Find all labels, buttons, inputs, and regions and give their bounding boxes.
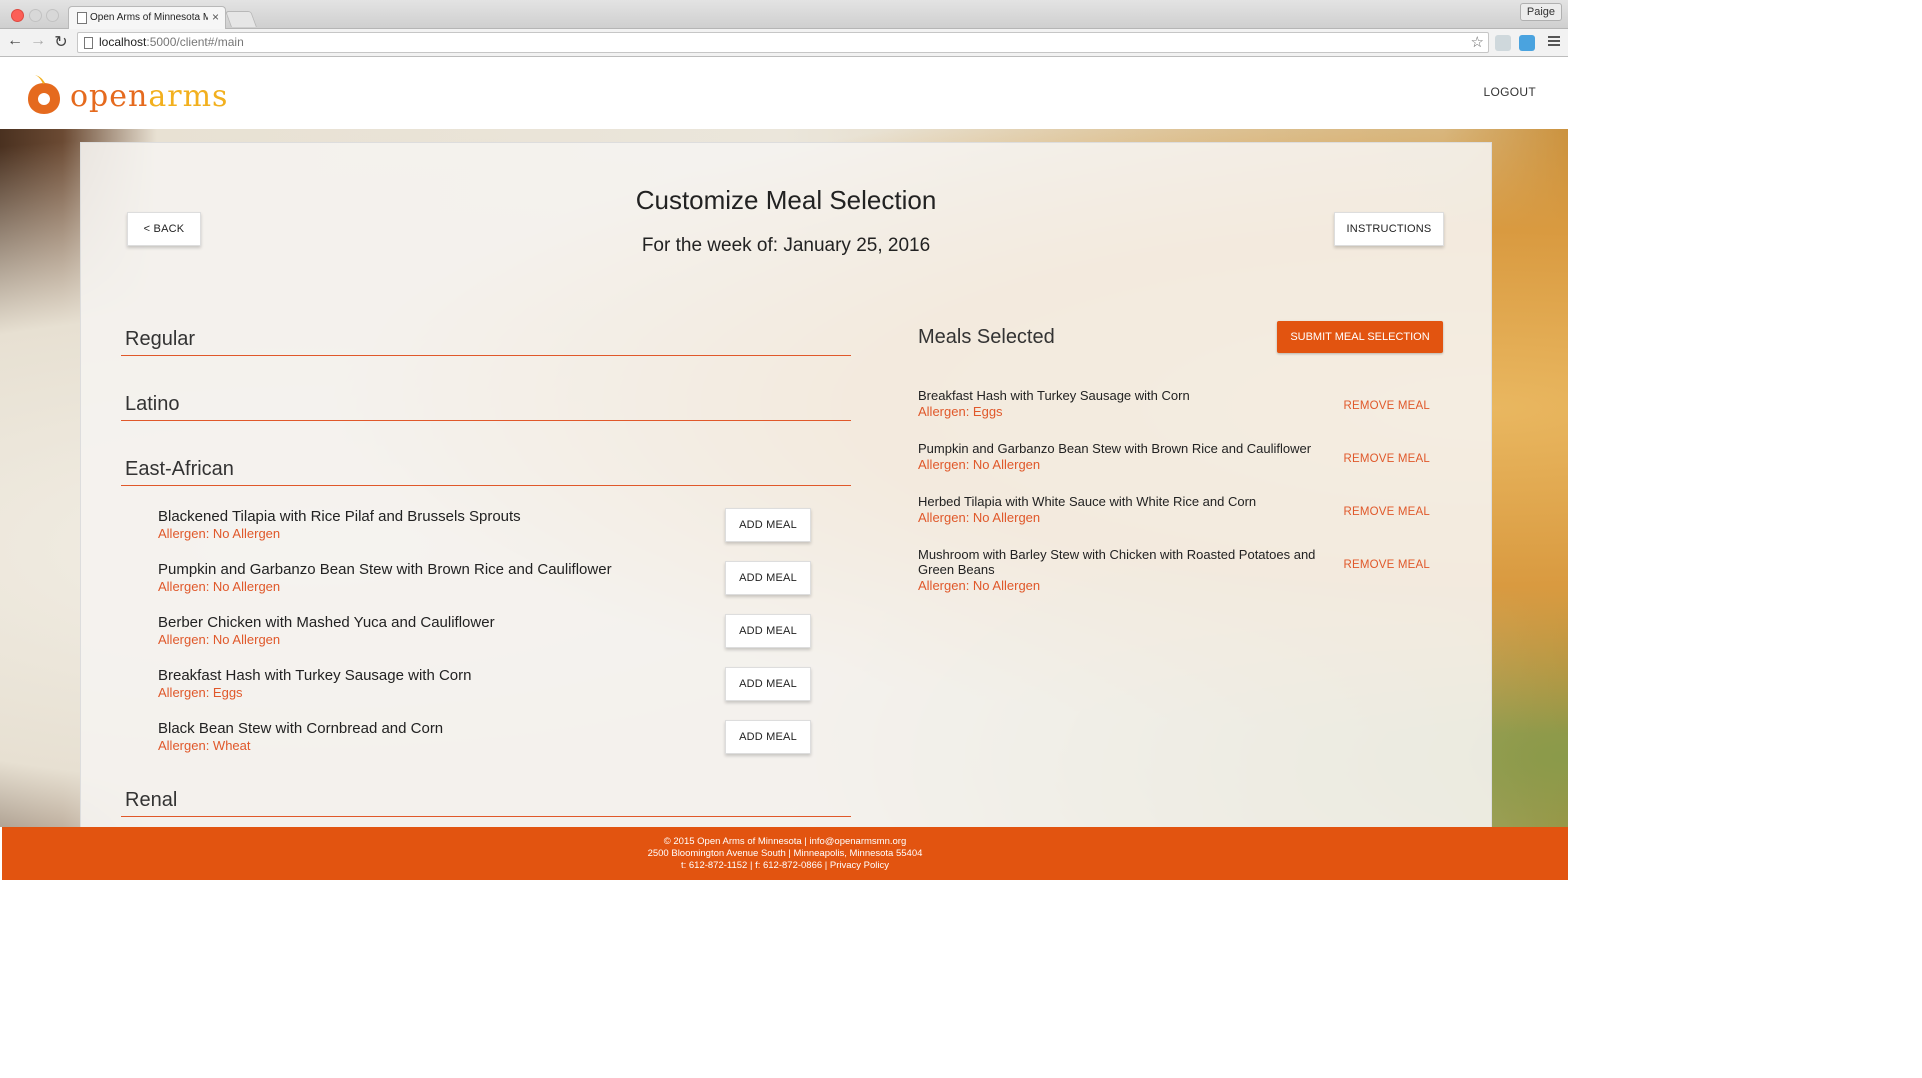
category-latino[interactable]: Latino — [121, 388, 851, 421]
remove-meal-button[interactable]: REMOVE MEAL — [1343, 506, 1430, 518]
forward-arrow-icon[interactable]: → — [29, 32, 47, 50]
profile-button[interactable]: Paige — [1519, 3, 1562, 21]
browser-titlebar: Open Arms of Minnesota M × Paige — [0, 0, 1568, 29]
footer-copyright: © 2015 Open Arms of Minnesota | info@ope… — [663, 836, 907, 847]
browser-tab[interactable]: Open Arms of Minnesota M × — [68, 6, 226, 29]
category-label: East-African — [125, 458, 234, 480]
meal-name: Breakfast Hash with Turkey Sausage with … — [158, 667, 472, 684]
add-meal-button[interactable]: ADD MEAL — [725, 561, 811, 595]
menu-icon[interactable] — [1548, 34, 1560, 48]
remove-meal-button[interactable]: REMOVE MEAL — [1343, 559, 1430, 571]
page: openarms LOGOUT Customize Meal Selection… — [0, 57, 1568, 880]
selected-meal-item: Breakfast Hash with Turkey Sausage with … — [918, 388, 1442, 422]
meal-allergen: Allergen: Wheat — [158, 738, 251, 753]
selected-meal-item: Mushroom with Barley Stew with Chicken w… — [918, 547, 1442, 597]
add-meal-button[interactable]: ADD MEAL — [725, 667, 811, 701]
meal-name: Pumpkin and Garbanzo Bean Stew with Brow… — [158, 561, 612, 578]
add-meal-button[interactable]: ADD MEAL — [725, 508, 811, 542]
meal-allergen: Allergen: No Allergen — [158, 526, 281, 541]
category-renal[interactable]: Renal — [121, 784, 851, 817]
selected-meal-name: Breakfast Hash with Turkey Sausage with … — [918, 388, 1190, 403]
week-subtitle: For the week of: January 25, 2016 — [641, 235, 931, 256]
reload-icon[interactable]: ↻ — [52, 32, 70, 52]
meal-item: Black Bean Stew with Cornbread and Corn … — [158, 720, 811, 764]
category-label: Regular — [125, 328, 196, 350]
meal-allergen: Allergen: Eggs — [158, 685, 243, 700]
zoom-window-button[interactable] — [46, 9, 59, 22]
selected-meal-item: Herbed Tilapia with White Sauce with Whi… — [918, 494, 1442, 528]
selected-meal-name: Pumpkin and Garbanzo Bean Stew with Brow… — [918, 441, 1312, 456]
page-title: Customize Meal Selection — [635, 185, 937, 215]
meal-selection-panel: Customize Meal Selection For the week of… — [80, 142, 1492, 829]
selected-meal-item: Pumpkin and Garbanzo Bean Stew with Brow… — [918, 441, 1442, 475]
footer-contact: t: 612-872-1152 | f: 612-872-0866 | Priv… — [680, 860, 890, 871]
meal-name: Black Bean Stew with Cornbread and Corn — [158, 720, 444, 737]
site-footer: © 2015 Open Arms of Minnesota | info@ope… — [2, 827, 1568, 880]
add-meal-button[interactable]: ADD MEAL — [725, 720, 811, 754]
minimize-window-button[interactable] — [29, 9, 42, 22]
extension-icon[interactable] — [1495, 35, 1511, 51]
new-tab-button[interactable] — [225, 11, 257, 27]
selected-meal-allergen: Allergen: No Allergen — [918, 457, 1041, 472]
logout-link[interactable]: LOGOUT — [1484, 85, 1536, 99]
site-header: openarms LOGOUT — [0, 57, 1568, 129]
apple-logo-icon — [28, 75, 60, 114]
remove-meal-button[interactable]: REMOVE MEAL — [1343, 400, 1430, 412]
url-text: localhost:5000/client#/main — [99, 35, 244, 49]
page-icon — [84, 37, 93, 49]
page-icon — [77, 12, 87, 24]
add-meal-button[interactable]: ADD MEAL — [725, 614, 811, 648]
address-bar[interactable]: localhost:5000/client#/main ☆ — [77, 32, 1489, 53]
selected-meal-name: Herbed Tilapia with White Sauce with Whi… — [918, 494, 1257, 509]
category-label: Renal — [125, 789, 178, 811]
selected-meal-allergen: Allergen: No Allergen — [918, 578, 1041, 593]
meal-allergen: Allergen: No Allergen — [158, 579, 281, 594]
browser-toolbar: ← → ↻ localhost:5000/client#/main ☆ — [0, 29, 1568, 57]
selected-meal-allergen: Allergen: No Allergen — [918, 510, 1041, 525]
meal-item: Blackened Tilapia with Rice Pilaf and Br… — [158, 508, 811, 552]
selected-meal-allergen: Allergen: Eggs — [918, 404, 1003, 419]
logo-text: openarms — [70, 79, 229, 114]
meal-item: Pumpkin and Garbanzo Bean Stew with Brow… — [158, 561, 811, 605]
category-regular[interactable]: Regular — [121, 323, 851, 356]
close-window-button[interactable] — [11, 9, 24, 22]
meal-allergen: Allergen: No Allergen — [158, 632, 281, 647]
meals-selected-title: Meals Selected — [918, 326, 1055, 348]
tab-close-icon[interactable]: × — [212, 10, 219, 24]
footer-address: 2500 Bloomington Avenue South | Minneapo… — [647, 848, 923, 859]
category-east-african[interactable]: East-African — [121, 453, 851, 486]
category-label: Latino — [125, 393, 180, 415]
bookmark-star-icon[interactable]: ☆ — [1471, 33, 1484, 52]
back-button[interactable]: < BACK — [127, 212, 201, 246]
meal-name: Berber Chicken with Mashed Yuca and Caul… — [158, 614, 495, 631]
meal-item: Breakfast Hash with Turkey Sausage with … — [158, 667, 811, 711]
back-arrow-icon[interactable]: ← — [6, 32, 24, 50]
tab-title: Open Arms of Minnesota M — [90, 12, 208, 23]
meal-item: Berber Chicken with Mashed Yuca and Caul… — [158, 614, 811, 658]
selected-meal-name: Mushroom with Barley Stew with Chicken w… — [918, 547, 1316, 577]
submit-meal-selection-button[interactable]: SUBMIT MEAL SELECTION — [1277, 321, 1443, 353]
extension-icon[interactable] — [1519, 35, 1535, 51]
meal-name: Blackened Tilapia with Rice Pilaf and Br… — [158, 508, 521, 525]
instructions-button[interactable]: INSTRUCTIONS — [1334, 212, 1444, 246]
remove-meal-button[interactable]: REMOVE MEAL — [1343, 453, 1430, 465]
